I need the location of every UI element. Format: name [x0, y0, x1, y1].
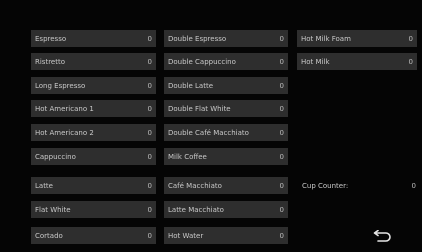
drink-label: Hot Water — [168, 231, 204, 240]
drink-count: 0 — [279, 128, 284, 137]
drink-counter-hot-americano-2: Hot Americano 2 0 — [31, 124, 156, 141]
drink-count: 0 — [279, 81, 284, 90]
drink-count: 0 — [279, 34, 284, 43]
drink-count: 0 — [147, 181, 152, 190]
drink-label: Long Espresso — [35, 81, 86, 90]
drink-counter-cappuccino: Cappuccino 0 — [31, 148, 156, 165]
drink-label: Latte — [35, 181, 53, 190]
drink-label: Double Espresso — [168, 34, 227, 43]
drink-count: 0 — [147, 57, 152, 66]
drink-counter-milk-coffee: Milk Coffee 0 — [164, 148, 288, 165]
drink-counter-cafe-macchiato: Café Macchiato 0 — [164, 177, 288, 194]
drink-label: Cortado — [35, 231, 63, 240]
drink-counter-latte-macchiato: Latte Macchiato 0 — [164, 201, 288, 218]
drink-label: Double Latte — [168, 81, 214, 90]
drink-counter-double-cafe-macchiato: Double Café Macchiato 0 — [164, 124, 288, 141]
drink-counter-espresso: Espresso 0 — [31, 30, 156, 47]
drink-counter-latte: Latte 0 — [31, 177, 156, 194]
drink-count: 0 — [279, 152, 284, 161]
drink-label: Double Cappuccino — [168, 57, 236, 66]
return-arrow-icon — [373, 229, 391, 242]
drink-count: 0 — [147, 231, 152, 240]
drink-label: Cappuccino — [35, 152, 76, 161]
drink-count: 0 — [408, 57, 413, 66]
cup-counter: Cup Counter: 0 — [302, 177, 416, 194]
drink-label: Ristretto — [35, 57, 66, 66]
drink-count: 0 — [279, 205, 284, 214]
drink-label: Hot Americano 1 — [35, 104, 94, 113]
drink-counter-hot-milk: Hot Milk 0 — [297, 53, 417, 70]
drink-label: Hot Milk Foam — [301, 34, 351, 43]
drink-counter-ristretto: Ristretto 0 — [31, 53, 156, 70]
drink-label: Latte Macchiato — [168, 205, 224, 214]
drink-count: 0 — [147, 205, 152, 214]
drink-label: Flat White — [35, 205, 71, 214]
drink-label: Café Macchiato — [168, 181, 222, 190]
drink-label: Double Flat White — [168, 104, 231, 113]
drink-count: 0 — [279, 57, 284, 66]
drink-counter-hot-milk-foam: Hot Milk Foam 0 — [297, 30, 417, 47]
drink-count: 0 — [279, 231, 284, 240]
cup-counter-value: 0 — [411, 181, 416, 190]
drink-count: 0 — [147, 128, 152, 137]
drink-label: Double Café Macchiato — [168, 128, 249, 137]
back-button[interactable] — [371, 229, 393, 243]
drink-label: Hot Americano 2 — [35, 128, 94, 137]
drink-counter-hot-americano-1: Hot Americano 1 0 — [31, 100, 156, 117]
drink-count: 0 — [147, 81, 152, 90]
drink-label: Espresso — [35, 34, 67, 43]
cup-counter-label: Cup Counter: — [302, 181, 349, 190]
drink-count: 0 — [279, 181, 284, 190]
drink-counter-double-latte: Double Latte 0 — [164, 77, 288, 94]
drink-label: Milk Coffee — [168, 152, 207, 161]
drink-counter-long-espresso: Long Espresso 0 — [31, 77, 156, 94]
drink-counter-hot-water: Hot Water 0 — [164, 227, 288, 244]
drink-count: 0 — [408, 34, 413, 43]
drink-counter-double-espresso: Double Espresso 0 — [164, 30, 288, 47]
drink-count: 0 — [147, 34, 152, 43]
drink-label: Hot Milk — [301, 57, 330, 66]
drink-counter-double-cappuccino: Double Cappuccino 0 — [164, 53, 288, 70]
drink-counter-cortado: Cortado 0 — [31, 227, 156, 244]
drink-count: 0 — [279, 104, 284, 113]
drink-count: 0 — [147, 104, 152, 113]
drink-counter-double-flat-white: Double Flat White 0 — [164, 100, 288, 117]
drink-counter-flat-white: Flat White 0 — [31, 201, 156, 218]
drink-count: 0 — [147, 152, 152, 161]
